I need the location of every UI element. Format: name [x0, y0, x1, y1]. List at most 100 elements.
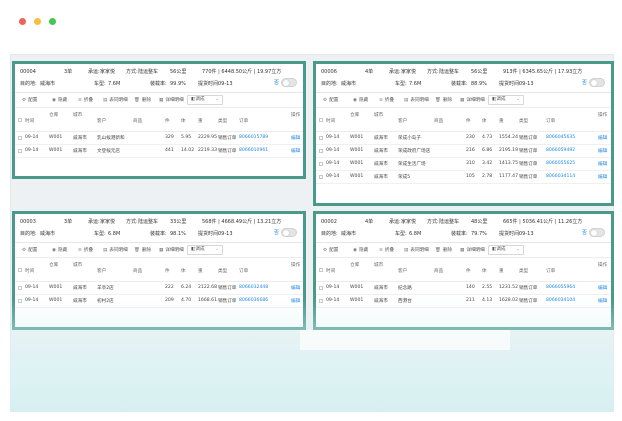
route-summary-row-2: 目的地: 威海市 车型: 7.6M 装载率: 99.9% 提货时间: 09-13 [20, 79, 298, 89]
order-number-link[interactable]: 8066055625 [546, 161, 575, 166]
config-button[interactable]: ⚙ 配置 [22, 246, 37, 255]
order-number-link[interactable]: 8066059492 [546, 148, 575, 153]
edit-link[interactable]: 编辑 [598, 161, 607, 167]
row-checkbox[interactable] [18, 136, 22, 140]
row-checkbox[interactable] [319, 286, 323, 290]
collapse-button[interactable]: ≡ 折叠 [379, 96, 394, 105]
detail-list-button[interactable]: ▤ 表同明细 [404, 96, 429, 105]
route-panel: 00004 3单 承运: 家家悦 方式: 陆运整车 56公里 770件 | 6448.50公斤… [12, 61, 306, 179]
cell-wt: 2219.33 [198, 148, 217, 153]
detail-button[interactable]: ▦ 详细明细 [460, 96, 485, 105]
row-checkbox[interactable] [319, 149, 323, 153]
delete-button[interactable]: 🗑 删除 [134, 96, 151, 105]
route-summary: 00002 4单 承运: 家家悦 方式: 陆运整车 48公里 665件 | 5036.41公斤… [316, 214, 611, 243]
order-count: 4单 [365, 219, 374, 225]
cell-wt: 1413.75 [499, 161, 518, 166]
detail-list-icon: ▤ [103, 98, 108, 103]
detail-list-icon: ▤ [404, 248, 409, 253]
order-number-link[interactable]: 8066010961 [239, 148, 268, 153]
cell-wh: W001 [49, 135, 63, 140]
column-header: 仓库 [350, 263, 360, 268]
edit-link[interactable]: 编辑 [598, 174, 607, 180]
cell-wt: 2122.68 [198, 285, 217, 290]
order-number-link[interactable]: 8066015789 [239, 135, 268, 140]
row-checkbox[interactable] [319, 162, 323, 166]
hide-button[interactable]: ◉ 隐藏 [52, 246, 67, 255]
cell-city: 威海市 [73, 149, 87, 154]
delete-button[interactable]: 🗑 删除 [435, 246, 452, 255]
cell-type: 销售订单 [218, 286, 237, 291]
vehicle-type-label: 车型: [94, 81, 106, 87]
delete-button[interactable]: 🗑 删除 [435, 96, 452, 105]
cell-wh: W001 [49, 285, 63, 290]
adjust-select[interactable]: ◧调成 ⌄ [488, 245, 524, 255]
destination-label: 目的地: [321, 81, 338, 87]
cell-time: 09-14 [25, 135, 39, 140]
row-checkbox[interactable] [18, 149, 22, 153]
toggle-label: 否 [581, 80, 587, 86]
row-checkbox[interactable] [319, 136, 323, 140]
row-checkbox[interactable] [319, 175, 323, 179]
edit-link[interactable]: 编辑 [598, 135, 607, 141]
route-toggle-switch[interactable] [589, 228, 605, 237]
hide-button[interactable]: ◉ 隐藏 [353, 96, 368, 105]
hide-icon: ◉ [52, 98, 57, 103]
order-number-link[interactable]: 8066034114 [546, 174, 575, 179]
column-header: 类型 [218, 269, 228, 274]
minimize-window-button[interactable] [34, 18, 41, 25]
collapse-button-label: 折叠 [83, 98, 94, 103]
detail-button[interactable]: ▦ 详细明细 [159, 96, 184, 105]
column-header: 操作 [598, 113, 608, 118]
detail-button[interactable]: ▦ 详细明细 [460, 246, 485, 255]
close-window-button[interactable] [19, 18, 26, 25]
edit-link[interactable]: 编辑 [291, 135, 300, 141]
route-id: 00002 [321, 219, 337, 225]
hide-button[interactable]: ◉ 隐藏 [353, 246, 368, 255]
collapse-button[interactable]: ≡ 折叠 [379, 246, 394, 255]
collapse-button[interactable]: ≡ 折叠 [78, 246, 93, 255]
pickup-time-value: 09-13 [218, 231, 233, 237]
select-all-checkbox[interactable] [319, 268, 323, 272]
order-number-link[interactable]: 8066055964 [546, 285, 575, 290]
row-checkbox[interactable] [18, 286, 22, 290]
config-button[interactable]: ⚙ 配置 [323, 246, 338, 255]
distance: 33公里 [170, 219, 187, 225]
detail-list-button[interactable]: ▤ 表同明细 [103, 96, 128, 105]
route-toggle-switch[interactable] [281, 78, 297, 87]
route-id: 00003 [20, 219, 36, 225]
maximize-window-button[interactable] [49, 18, 56, 25]
panel-toolbar: ⚙ 配置 ◉ 隐藏 ≡ 折叠 ▤ 表同明细 🗑 删除 ▦ 详细明细 ◧调成 ⌄ [15, 93, 303, 108]
order-number-link[interactable]: 8066045635 [546, 135, 575, 140]
edit-link[interactable]: 编辑 [291, 148, 300, 154]
detail-list-button[interactable]: ▤ 表同明细 [103, 246, 128, 255]
adjust-select[interactable]: ◧调成 ⌄ [187, 245, 223, 255]
hide-button[interactable]: ◉ 隐藏 [52, 96, 67, 105]
route-toggle-switch[interactable] [589, 78, 605, 87]
detail-icon: ▦ [159, 248, 164, 253]
select-all-checkbox[interactable] [18, 268, 22, 272]
order-number-link[interactable]: 8066032448 [239, 285, 268, 290]
mode-label: 方式: [126, 69, 138, 75]
edit-link[interactable]: 编辑 [291, 285, 300, 291]
config-button[interactable]: ⚙ 配置 [323, 96, 338, 105]
adjust-select[interactable]: ◧调成 ⌄ [488, 95, 524, 105]
route-toggle-switch[interactable] [281, 228, 297, 237]
config-button[interactable]: ⚙ 配置 [22, 96, 37, 105]
select-all-checkbox[interactable] [319, 118, 323, 122]
edit-link[interactable]: 编辑 [598, 148, 607, 154]
column-header: 订单 [546, 119, 556, 124]
vehicle-type-value: 7.6M [409, 81, 422, 87]
collapse-button[interactable]: ≡ 折叠 [78, 96, 93, 105]
cell-wt: 1177.47 [499, 174, 518, 179]
vehicle-type-label: 车型: [94, 231, 106, 237]
detail-list-button[interactable]: ▤ 表同明细 [404, 246, 429, 255]
column-header: 类型 [519, 119, 529, 124]
detail-button[interactable]: ▦ 详细明细 [159, 246, 184, 255]
column-header: 重 [499, 119, 504, 124]
delete-button[interactable]: 🗑 删除 [134, 246, 151, 255]
select-all-checkbox[interactable] [18, 118, 22, 122]
adjust-select[interactable]: ◧调成 ⌄ [187, 95, 223, 105]
table-row: 09-14 W001 威海市 荣成政府广场店 216 6.86 2195.19 销售订单 806… [316, 145, 611, 158]
edit-link[interactable]: 编辑 [598, 285, 607, 291]
column-header: 城市 [73, 263, 83, 268]
